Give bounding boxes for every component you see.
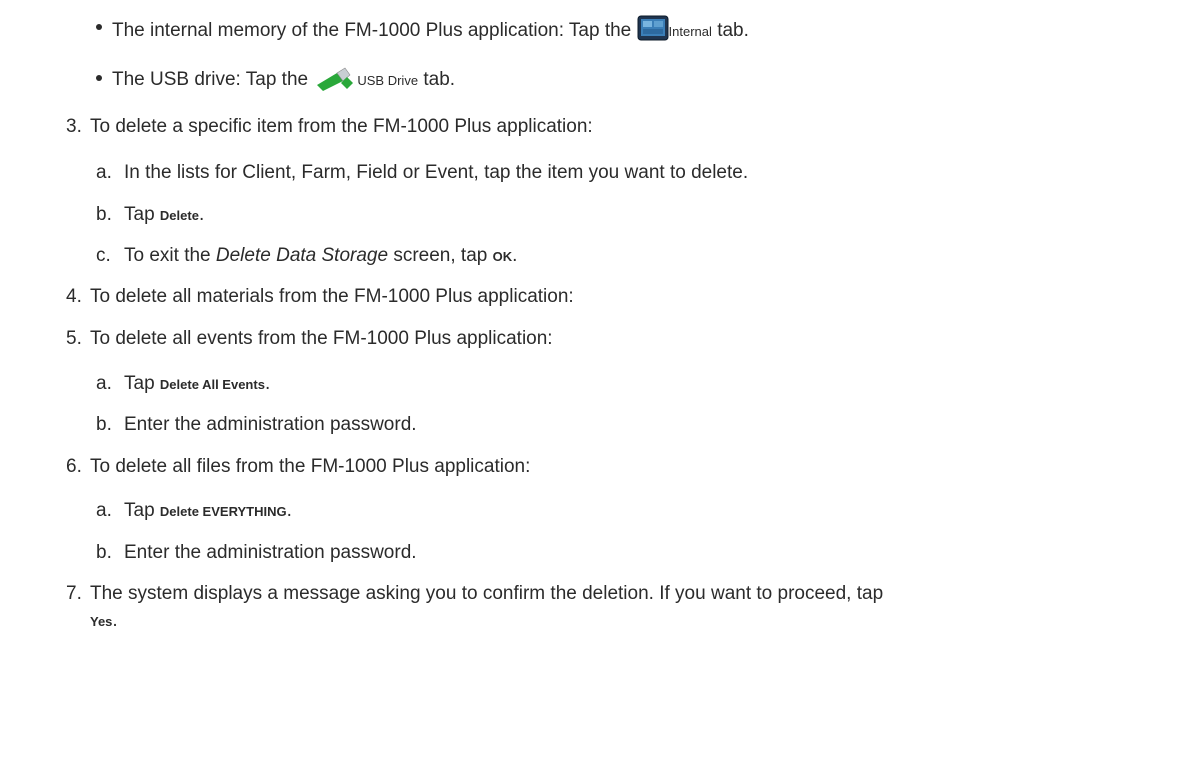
step-text: To delete all events from the FM-1000 Pl… xyxy=(90,328,553,349)
step-number: 7. xyxy=(66,583,82,604)
step-text: To delete all materials from the FM-1000… xyxy=(90,286,574,307)
step-number: 3. xyxy=(66,116,82,137)
ok-button-ref: OK xyxy=(492,249,513,264)
bullet-text: The USB drive: Tap the xyxy=(112,69,309,90)
step-text: The system displays a message asking you… xyxy=(90,583,884,604)
bullet-text-end: tab. xyxy=(717,20,749,41)
step-text: To delete a specific item from the FM-10… xyxy=(90,116,593,137)
substep-end: . xyxy=(512,245,518,266)
substep-letter: b. xyxy=(96,542,112,563)
substep-text: Tap xyxy=(124,373,155,394)
substep-letter: b. xyxy=(96,204,112,225)
substep-text: To exit the xyxy=(124,245,211,266)
substep-text-2: screen, tap xyxy=(393,245,488,266)
step-end: . xyxy=(112,610,118,631)
step-5: 5. To delete all events from the FM-1000 … xyxy=(66,326,553,352)
substep-text: Tap xyxy=(124,204,155,225)
internal-tablet-icon xyxy=(637,14,669,50)
step-3c: c. To exit the Delete Data Storage screen… xyxy=(96,243,517,270)
bullet-dot xyxy=(96,24,102,30)
usb-tab-label: USB Drive xyxy=(357,73,419,88)
step-5a: a. Tap Delete All Events. xyxy=(96,371,270,398)
step-5b: b. Enter the administration password. xyxy=(96,412,417,438)
step-6b: b. Enter the administration password. xyxy=(96,540,417,566)
delete-everything-ref: Delete EVERYTHING xyxy=(159,504,287,519)
step-text: To delete all files from the FM-1000 Plu… xyxy=(90,456,531,477)
delete-all-events-ref: Delete All Events xyxy=(159,377,265,392)
substep-end: . xyxy=(198,204,205,225)
bullet-internal: The internal memory of the FM-1000 Plus … xyxy=(112,14,749,50)
step-number: 6. xyxy=(66,456,82,477)
substep-text: In the lists for Client, Farm, Field or … xyxy=(124,162,749,183)
substep-end: . xyxy=(264,373,271,394)
bullet-usb: The USB drive: Tap the USB Drive tab. xyxy=(112,65,455,99)
substep-letter: c. xyxy=(96,245,111,266)
step-6a: a. Tap Delete EVERYTHING. xyxy=(96,498,292,525)
step-7-cont: Yes. xyxy=(90,608,118,635)
step-number: 5. xyxy=(66,328,82,349)
yes-button-ref: Yes xyxy=(90,614,113,629)
step-4: 4. To delete all materials from the FM-10… xyxy=(66,284,574,310)
substep-letter: b. xyxy=(96,414,112,435)
substep-letter: a. xyxy=(96,500,112,521)
step-3: 3. To delete a specific item from the FM-… xyxy=(66,114,593,140)
substep-text: Tap xyxy=(124,500,155,521)
step-3a: a. In the lists for Client, Farm, Field o… xyxy=(96,160,748,186)
step-6: 6. To delete all files from the FM-1000 P… xyxy=(66,454,530,480)
step-7: 7. The system displays a message asking y… xyxy=(66,581,1146,607)
bullet-text-end: tab. xyxy=(423,69,456,90)
usb-drive-icon xyxy=(313,65,357,99)
step-3b: b. Tap Delete. xyxy=(96,202,204,229)
substep-end: . xyxy=(286,500,292,521)
delete-button-ref: Delete xyxy=(159,208,199,223)
substep-letter: a. xyxy=(96,373,112,394)
internal-tab-label: Internal xyxy=(668,24,712,39)
substep-letter: a. xyxy=(96,162,112,183)
screen-name: Delete Data Storage xyxy=(215,245,389,266)
bullet-text: The internal memory of the FM-1000 Plus … xyxy=(112,20,632,41)
step-number: 4. xyxy=(66,286,82,307)
substep-text: Enter the administration password. xyxy=(124,542,417,563)
bullet-dot xyxy=(96,75,102,81)
substep-text: Enter the administration password. xyxy=(124,414,417,435)
